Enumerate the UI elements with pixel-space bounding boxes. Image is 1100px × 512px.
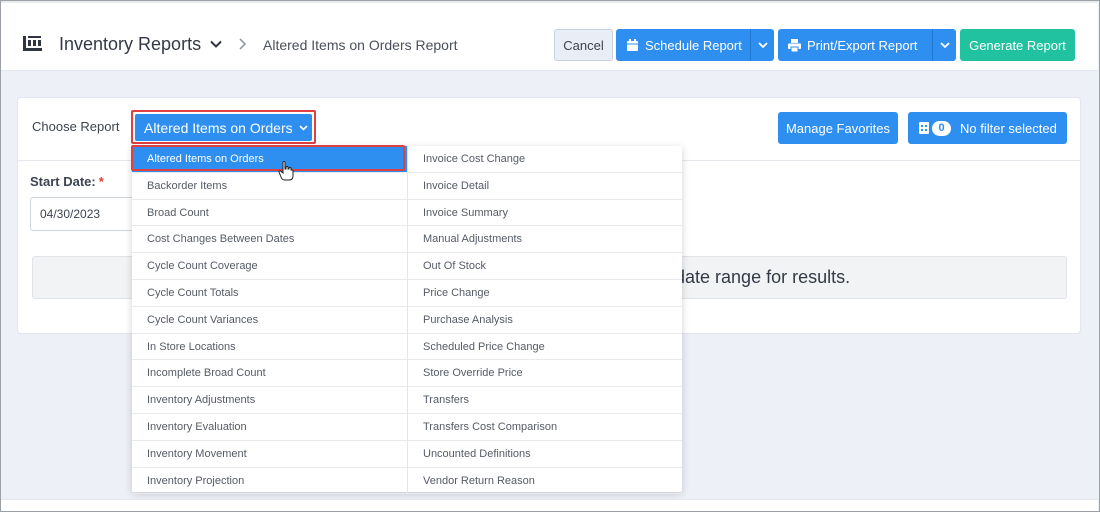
dropdown-item[interactable]: In Store Locations: [132, 334, 407, 361]
cancel-button[interactable]: Cancel: [554, 29, 613, 61]
breadcrumb-current: Altered Items on Orders Report: [263, 37, 458, 53]
required-marker: *: [98, 174, 104, 189]
chevron-down-icon: [939, 41, 950, 48]
dropdown-item[interactable]: Cycle Count Variances: [132, 307, 407, 334]
dropdown-item[interactable]: Cycle Count Totals: [132, 280, 407, 307]
choose-report-label: Choose Report: [32, 119, 120, 134]
bottom-strip: [1, 499, 1098, 511]
dropdown-left-column: Altered Items on Orders Backorder Items Br…: [132, 146, 407, 495]
report-dropdown-menu: Altered Items on Orders Backorder Items Br…: [132, 146, 682, 495]
dropdown-item[interactable]: Inventory Adjustments: [132, 387, 407, 414]
manage-favorites-button[interactable]: Manage Favorites: [778, 112, 898, 144]
dropdown-item[interactable]: Invoice Cost Change: [408, 146, 682, 173]
dropdown-item[interactable]: Price Change: [408, 280, 682, 307]
print-export-label: Print/Export Report: [807, 37, 918, 53]
printer-icon: [788, 38, 801, 52]
dropdown-item[interactable]: Cycle Count Coverage: [132, 253, 407, 280]
info-message-text: e date range for results.: [660, 267, 851, 287]
module-title[interactable]: Inventory Reports: [59, 34, 201, 55]
dropdown-item[interactable]: Invoice Detail: [408, 173, 682, 200]
dropdown-item[interactable]: Altered Items on Orders: [132, 146, 407, 173]
filter-label: No filter selected: [960, 120, 1057, 136]
dropdown-item[interactable]: Inventory Movement: [132, 441, 407, 468]
hand-cursor-icon: [278, 161, 294, 181]
dropdown-item[interactable]: Manual Adjustments: [408, 226, 682, 254]
generate-report-button[interactable]: Generate Report: [960, 29, 1075, 61]
dropdown-item[interactable]: Incomplete Broad Count: [132, 360, 407, 388]
dropdown-item[interactable]: Inventory Projection: [132, 468, 407, 495]
filter-button[interactable]: 0 No filter selected: [908, 112, 1067, 144]
dropdown-item[interactable]: Transfers Cost Comparison: [408, 414, 682, 441]
dropdown-item[interactable]: Uncounted Definitions: [408, 441, 682, 468]
filter-icon: [919, 122, 929, 134]
chevron-right-icon: [239, 38, 247, 50]
dropdown-item[interactable]: Transfers: [408, 387, 682, 414]
print-dropdown-toggle[interactable]: [932, 29, 956, 61]
dropdown-item[interactable]: Invoice Summary: [408, 200, 682, 227]
chevron-down-icon: [757, 41, 768, 48]
dropdown-item[interactable]: Scheduled Price Change: [408, 334, 682, 361]
chevron-down-icon[interactable]: [210, 40, 222, 49]
schedule-dropdown-toggle[interactable]: [750, 29, 774, 61]
start-date-input[interactable]: [30, 197, 140, 231]
top-border: [1, 1, 1098, 3]
schedule-report-label: Schedule Report: [645, 37, 742, 53]
calendar-icon: [627, 38, 638, 51]
dropdown-item[interactable]: Backorder Items: [132, 173, 407, 200]
start-date-label: Start Date: *: [30, 174, 104, 189]
dropdown-item[interactable]: Vendor Return Reason: [408, 468, 682, 495]
dropdown-item[interactable]: Broad Count: [132, 200, 407, 227]
dropdown-item[interactable]: Purchase Analysis: [408, 307, 682, 334]
report-select-value: Altered Items on Orders: [144, 119, 293, 136]
dropdown-item[interactable]: Store Override Price: [408, 360, 682, 388]
print-export-button[interactable]: Print/Export Report: [778, 29, 956, 61]
module-icon: [23, 36, 42, 51]
chevron-down-icon: [299, 124, 308, 131]
dropdown-right-column: Invoice Cost Change Invoice Detail Invoice…: [407, 146, 682, 495]
filter-count-badge: 0: [932, 120, 951, 136]
start-date-label-text: Start Date:: [30, 174, 96, 189]
dropdown-item[interactable]: Cost Changes Between Dates: [132, 226, 407, 254]
dropdown-item[interactable]: Out Of Stock: [408, 253, 682, 280]
schedule-report-button[interactable]: Schedule Report: [616, 29, 774, 61]
report-select[interactable]: Altered Items on Orders: [135, 114, 312, 141]
dropdown-item[interactable]: Inventory Evaluation: [132, 414, 407, 441]
